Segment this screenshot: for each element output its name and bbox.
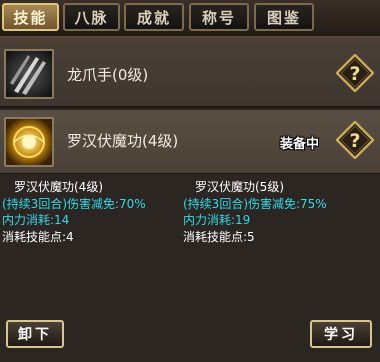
next-effect: (持续3回合)伤害减免:75%	[183, 196, 327, 211]
skill-row-arhat[interactable]: 罗汉伏魔功(4级) 装备中 ?	[0, 110, 380, 174]
current-mp-cost: 内力消耗:14	[2, 213, 70, 227]
golden-orb-icon	[4, 117, 54, 167]
next-mp-cost: 内力消耗:19	[183, 213, 251, 227]
svg-text:?: ?	[349, 130, 360, 152]
equipped-badge: 装备中	[280, 137, 320, 152]
tab-meridians[interactable]: 八脉	[63, 3, 120, 31]
tab-skills[interactable]: 技能	[2, 3, 59, 31]
skill-row-dragon-claw[interactable]: 龙爪手(0级) ?	[0, 38, 380, 108]
current-level-details: 罗汉伏魔功(4级) (持续3回合)伤害减免:70% 内力消耗:14 消耗技能点:…	[2, 179, 146, 245]
skill-name: 龙爪手(0级)	[67, 66, 149, 84]
next-level-title: 罗汉伏魔功(5级)	[195, 180, 284, 194]
tab-codex[interactable]: 图鉴	[254, 3, 314, 31]
unequip-button[interactable]: 卸下	[6, 320, 64, 348]
current-point-cost: 消耗技能点:4	[2, 229, 74, 244]
help-icon[interactable]: ?	[335, 53, 375, 93]
skill-name: 罗汉伏魔功(4级)	[67, 132, 179, 150]
current-level-title: 罗汉伏魔功(4级)	[14, 180, 103, 194]
svg-text:?: ?	[349, 63, 360, 85]
help-icon[interactable]: ?	[335, 120, 375, 160]
learn-button[interactable]: 学习	[310, 320, 372, 348]
tab-titles[interactable]: 称号	[189, 3, 249, 31]
next-point-cost: 消耗技能点:5	[183, 229, 255, 244]
skill-detail-panel: 罗汉伏魔功(4级) (持续3回合)伤害减免:70% 内力消耗:14 消耗技能点:…	[0, 175, 380, 315]
next-level-details: 罗汉伏魔功(5级) (持续3回合)伤害减免:75% 内力消耗:19 消耗技能点:…	[183, 179, 327, 245]
claw-slash-icon	[4, 49, 54, 99]
current-effect: (持续3回合)伤害减免:70%	[2, 196, 146, 211]
tab-achievements[interactable]: 成就	[124, 3, 184, 31]
tab-bar: 技能 八脉 成就 称号 图鉴	[0, 0, 380, 38]
